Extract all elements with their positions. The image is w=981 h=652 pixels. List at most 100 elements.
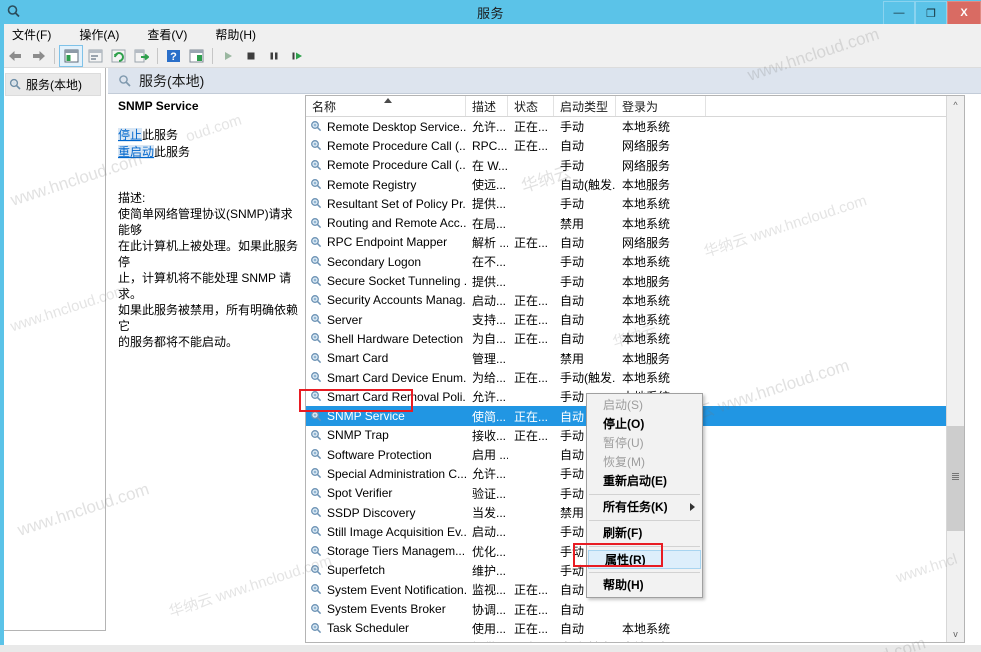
- table-row[interactable]: TCP/IP NetBIOS Helper 提供 ...正在...自动(触发...…: [306, 638, 964, 642]
- service-name-label: Shell Hardware Detection: [327, 331, 464, 346]
- help-icon[interactable]: ?: [162, 46, 184, 66]
- vertical-scrollbar[interactable]: ^ v: [946, 96, 964, 642]
- export-list-icon[interactable]: [130, 46, 152, 66]
- scrollbar-thumb[interactable]: [947, 426, 964, 531]
- show-hide-action-pane-icon[interactable]: [185, 46, 207, 66]
- cell-description: 允许...: [472, 120, 507, 135]
- start-service-icon[interactable]: [217, 46, 239, 66]
- cell-description: 当发...: [472, 506, 507, 521]
- service-name-label: Remote Procedure Call (...: [327, 138, 466, 153]
- cell-log-on-as: 本地服务: [622, 178, 671, 193]
- menu-help[interactable]: 帮助(H): [211, 24, 260, 45]
- cell-log-on-as: 本地系统: [622, 197, 671, 212]
- table-row[interactable]: Task Scheduler 使用... 正在... 自动 本地系统: [306, 619, 964, 638]
- services-list-header: 名称 描述 状态 启动类型 登录为: [306, 96, 964, 117]
- cell-startup-type: 手动: [560, 274, 585, 289]
- table-row[interactable]: Secondary Logon 在不... 手动 本地系统: [306, 252, 964, 271]
- cell-name: Shell Hardware Detection: [306, 332, 466, 346]
- service-icon: [310, 275, 323, 288]
- show-hide-console-tree-icon[interactable]: [59, 45, 83, 67]
- column-header-log-on-as[interactable]: 登录为: [616, 96, 706, 116]
- context-menu: 启动(S) 停止(O) 暂停(U) 恢复(M) 重新启动(E) 所有任务(K) 刷新(F) 属…: [586, 393, 703, 598]
- minimize-button[interactable]: —: [883, 1, 915, 25]
- services-icon: [9, 78, 22, 91]
- cell-status: 正在...: [514, 583, 549, 598]
- table-row[interactable]: Remote Desktop Service... 允许... 正在... 手动 本地系…: [306, 117, 964, 136]
- cell-description: 为给...: [472, 371, 507, 385]
- sort-ascending-icon: [384, 98, 392, 103]
- context-menu-item-label: 属性(R): [605, 553, 646, 567]
- table-row[interactable]: Security Accounts Manag... 启动... 正在... 自动 本地…: [306, 291, 964, 310]
- table-row[interactable]: Remote Procedure Call (... 在 W... 手动 网络服务: [306, 156, 964, 175]
- cell-name: Superfetch: [306, 563, 466, 577]
- toolbar: ?: [0, 45, 981, 68]
- ctx-help[interactable]: 帮助(H): [587, 576, 702, 595]
- table-row[interactable]: Server 支持... 正在... 自动 本地系统: [306, 310, 964, 329]
- cell-description: 监视...: [472, 583, 507, 598]
- column-header-startup-type[interactable]: 启动类型: [554, 96, 616, 116]
- stop-service-link[interactable]: 停止: [118, 128, 143, 142]
- table-row[interactable]: Secure Socket Tunneling ... 提供... 手动 本地服务: [306, 271, 964, 290]
- ctx-all-tasks[interactable]: 所有任务(K): [587, 498, 702, 517]
- cell-status: 正在...: [514, 332, 549, 347]
- cell-startup-type: 手动: [560, 255, 585, 270]
- menu-file[interactable]: 文件(F): [8, 24, 55, 45]
- stop-service-line: 停止此服务: [118, 127, 303, 143]
- refresh-icon[interactable]: [107, 46, 129, 66]
- cell-log-on-as: 本地系统: [622, 120, 671, 135]
- service-name-label: SNMP Trap: [327, 428, 389, 443]
- table-row[interactable]: Remote Procedure Call (... RPC... 正在... 自动 网…: [306, 136, 964, 155]
- sidebar-item-services-local[interactable]: 服务(本地): [5, 73, 101, 96]
- description-line-3: 止，计算机将不能处理 SNMP 请求。: [118, 271, 292, 301]
- ctx-pause: 暂停(U): [587, 434, 702, 453]
- table-row[interactable]: Routing and Remote Acc... 在局... 禁用 本地系统: [306, 213, 964, 232]
- table-row[interactable]: Smart Card Device Enum... 为给... 正在... 手动(触发…: [306, 368, 964, 387]
- service-icon: [310, 583, 323, 596]
- pause-service-icon[interactable]: [263, 46, 285, 66]
- service-icon: [310, 371, 323, 384]
- pane-header: 服务(本地): [108, 68, 981, 94]
- restart-service-icon[interactable]: [286, 46, 308, 66]
- properties-icon[interactable]: [84, 46, 106, 66]
- forward-icon[interactable]: [27, 46, 49, 66]
- service-icon: [310, 313, 323, 326]
- restart-service-link[interactable]: 重启动: [118, 145, 155, 159]
- service-icon: [310, 448, 323, 461]
- cell-status: 正在...: [514, 235, 549, 250]
- maximize-button[interactable]: ❐: [915, 1, 947, 25]
- restart-service-suffix: 此服务: [154, 145, 191, 159]
- description-label: 描述:: [118, 191, 146, 205]
- table-row[interactable]: System Events Broker 协调... 正在... 自动: [306, 599, 964, 618]
- scroll-up-arrow[interactable]: ^: [947, 96, 964, 113]
- table-row[interactable]: Smart Card 管理... 禁用 本地服务: [306, 349, 964, 368]
- service-name-label: SSDP Discovery: [327, 505, 416, 520]
- cell-description: 解析 ...: [472, 235, 508, 250]
- svg-text:?: ?: [170, 51, 177, 63]
- close-button[interactable]: X: [947, 1, 981, 25]
- table-row[interactable]: RPC Endpoint Mapper 解析 ... 正在... 自动 网络服务: [306, 233, 964, 252]
- cell-log-on-as: 本地系统: [622, 313, 671, 328]
- ctx-refresh[interactable]: 刷新(F): [587, 524, 702, 543]
- cell-name: Remote Procedure Call (...: [306, 158, 466, 172]
- table-row[interactable]: Remote Registry 使远... 自动(触发... 本地服务: [306, 175, 964, 194]
- cell-description: 使简...: [472, 409, 507, 424]
- menu-action[interactable]: 操作(A): [75, 24, 123, 45]
- scroll-down-arrow[interactable]: v: [947, 625, 964, 642]
- service-icon: [310, 622, 323, 635]
- column-header-description[interactable]: 描述: [466, 96, 508, 116]
- column-header-name[interactable]: 名称: [306, 96, 466, 116]
- back-icon[interactable]: [4, 46, 26, 66]
- service-name-label: RPC Endpoint Mapper: [327, 235, 448, 250]
- table-row[interactable]: Resultant Set of Policy Pr... 提供... 手动 本地系统: [306, 194, 964, 213]
- cell-description: 在不...: [472, 255, 507, 270]
- ctx-properties[interactable]: 属性(R): [588, 550, 701, 569]
- cell-name: Security Accounts Manag...: [306, 293, 466, 307]
- cell-startup-type: 禁用: [560, 351, 585, 366]
- menu-view[interactable]: 查看(V): [143, 24, 191, 45]
- ctx-stop[interactable]: 停止(O): [587, 415, 702, 434]
- column-header-status[interactable]: 状态: [508, 96, 554, 116]
- table-row[interactable]: Shell Hardware Detection 为自... 正在... 自动 本地系统: [306, 329, 964, 348]
- ctx-restart[interactable]: 重新启动(E): [587, 472, 702, 491]
- window-title: 服务: [476, 6, 504, 21]
- stop-service-icon[interactable]: [240, 46, 262, 66]
